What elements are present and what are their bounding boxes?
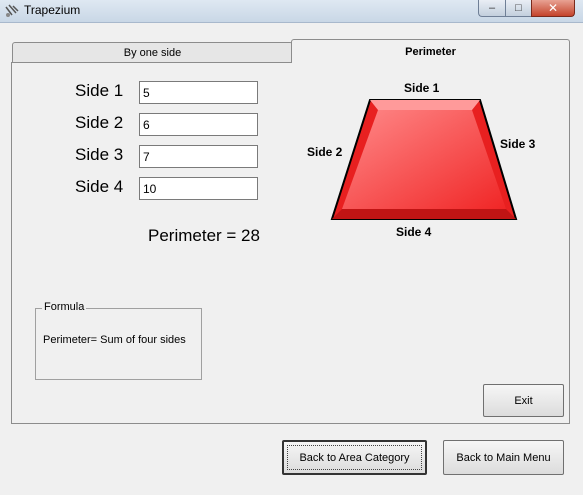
- side-1-input[interactable]: [139, 81, 258, 104]
- trapezium-bevel-top: [370, 100, 480, 110]
- close-button[interactable]: ✕: [531, 0, 575, 17]
- side-2-label: Side 2: [75, 113, 124, 132]
- tab-by-one-side[interactable]: By one side: [12, 42, 293, 62]
- tab-perimeter[interactable]: Perimeter: [291, 39, 570, 63]
- trapezium-figure: Side 1 Side 2 Side 3 Side 4: [307, 81, 536, 239]
- side-4-label: Side 4: [75, 177, 124, 196]
- tools-icon: [5, 4, 19, 17]
- side-3-label: Side 3: [75, 145, 124, 164]
- figure-label-side-1: Side 1: [404, 81, 440, 95]
- maximize-button[interactable]: □: [505, 0, 531, 17]
- perimeter-result: Perimeter = 28: [148, 226, 260, 245]
- trapezium-bevel-bottom: [332, 209, 516, 219]
- title-bar: Trapezium – □ ✕: [0, 0, 583, 23]
- minimize-button[interactable]: –: [478, 0, 505, 17]
- window-title: Trapezium: [24, 3, 81, 17]
- side-1-label: Side 1: [75, 81, 124, 100]
- side-4-input[interactable]: [139, 177, 258, 200]
- formula-text: Perimeter= Sum of four sides: [43, 334, 186, 346]
- back-to-main-menu-button[interactable]: Back to Main Menu: [443, 440, 564, 475]
- formula-legend: Formula: [42, 301, 87, 313]
- side-3-input[interactable]: [139, 145, 258, 168]
- figure-label-side-2: Side 2: [307, 145, 343, 159]
- figure-label-side-3: Side 3: [500, 137, 536, 151]
- exit-button[interactable]: Exit: [483, 384, 564, 417]
- back-to-area-category-button[interactable]: Back to Area Category: [282, 440, 427, 475]
- side-2-input[interactable]: [139, 113, 258, 136]
- figure-label-side-4: Side 4: [396, 225, 432, 239]
- focus-rectangle: [287, 445, 422, 470]
